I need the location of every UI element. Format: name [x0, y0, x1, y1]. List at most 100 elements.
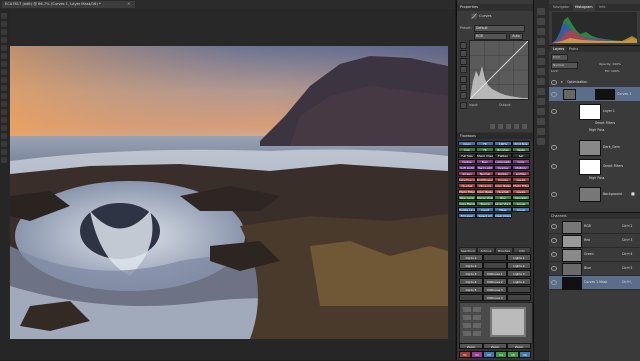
footer-button[interactable]: V4	[495, 351, 507, 358]
hand-tool-icon[interactable]	[1, 149, 7, 155]
history-brush-tool-icon[interactable]	[1, 85, 7, 91]
luminosity-mask-button[interactable]: Midtones 2	[483, 278, 507, 285]
tab-channels[interactable]: Channels	[551, 213, 567, 219]
shape-tool-icon[interactable]	[1, 141, 7, 147]
action-button[interactable]: Brushes	[494, 147, 512, 152]
action-button[interactable]: Color	[512, 159, 530, 164]
action-button[interactable]: Curves	[494, 177, 512, 182]
layer-row[interactable]: Dark_Gem	[549, 138, 640, 156]
action-button[interactable]: Layer Via Copy	[494, 201, 512, 206]
smooth-curve-icon[interactable]	[460, 92, 467, 99]
footer-button[interactable]: V1	[459, 351, 471, 358]
filter-row[interactable]: High Pass	[549, 176, 640, 182]
action-button[interactable]: Gaussian	[512, 195, 530, 200]
fill-field[interactable]: Fill: 100%	[605, 69, 620, 73]
crop-tool-icon[interactable]	[1, 45, 7, 51]
zoom-button[interactable]: Zoom	[507, 343, 531, 349]
tab-layers[interactable]: Layers	[551, 46, 567, 52]
lasso-tool-icon[interactable]	[1, 29, 7, 35]
edit-points-icon[interactable]	[460, 76, 467, 83]
action-button[interactable]: Merge Visible	[476, 195, 494, 200]
pencil-curve-icon[interactable]	[460, 84, 467, 91]
channel-row-selected[interactable]: Curves 1 Mask Ctrl+\	[549, 276, 640, 290]
action-button[interactable]: Photo Filter	[458, 189, 476, 194]
action-button[interactable]: Hard Light	[476, 165, 494, 170]
tab-navigator[interactable]: Navigator	[551, 4, 572, 11]
footer-button[interactable]: V2	[471, 351, 483, 358]
layer-row-selected[interactable]: Curves 1	[549, 87, 640, 101]
action-button[interactable]: Fill Layer	[458, 213, 476, 218]
action-button[interactable]: Color Balance	[476, 189, 494, 194]
luminosity-mask-button[interactable]	[507, 294, 531, 301]
action-button[interactable]: New Layer	[458, 195, 476, 200]
luminosity-mask-button[interactable]: Darks 4	[459, 278, 483, 285]
properties-icon[interactable]	[537, 18, 545, 25]
action-button[interactable]: Fit	[476, 147, 494, 152]
luminosity-mask-button[interactable]: Lights 4	[507, 278, 531, 285]
action-button[interactable]: Brightness/Contrast	[476, 177, 494, 182]
action-button[interactable]: Copy Merged	[458, 201, 476, 206]
action-button[interactable]: Delete Layer	[458, 207, 476, 212]
tab-info-panel[interactable]: Info	[597, 4, 607, 11]
white-point-eyedropper-icon[interactable]	[460, 66, 467, 73]
luminosity-mask-button[interactable]: Midtones 3	[483, 286, 507, 293]
action-button[interactable]: Dodge	[458, 159, 476, 164]
styles-icon[interactable]	[537, 38, 545, 45]
tool-presets-icon[interactable]	[537, 78, 545, 85]
action-button[interactable]: Select All	[476, 213, 494, 218]
eye-icon[interactable]	[551, 252, 557, 257]
action-button[interactable]: Photo Filter	[512, 183, 530, 188]
action-button[interactable]: Color Balance	[494, 183, 512, 188]
action-button[interactable]: Open	[458, 141, 476, 146]
footer-button[interactable]: V6	[519, 351, 531, 358]
luminosity-mask-button[interactable]: Darks 5	[459, 286, 483, 293]
action-button[interactable]: Burn	[476, 159, 494, 164]
marquee-tool-icon[interactable]	[1, 21, 7, 27]
gradient-tool-icon[interactable]	[1, 101, 7, 107]
pen-tool-icon[interactable]	[1, 117, 7, 123]
action-button[interactable]: Soft Light	[458, 165, 476, 170]
preset-select[interactable]: Default	[474, 25, 525, 32]
layer-row[interactable]: Layer 1	[549, 102, 640, 120]
healing-tool-icon[interactable]	[1, 61, 7, 67]
action-button[interactable]: Hue/Sat	[458, 183, 476, 188]
target-adjust-icon[interactable]	[460, 42, 467, 49]
action-button[interactable]: Stamp	[476, 201, 494, 206]
document-tab[interactable]: ECA7617 (edit) @ 66.7% (Curves 1, Layer …	[2, 1, 135, 8]
tab-histogram[interactable]: Histogram	[573, 4, 595, 11]
dodge-tool-icon[interactable]	[1, 109, 7, 115]
action-button[interactable]: Darken	[494, 171, 512, 176]
luminosity-mask-button[interactable]	[483, 254, 507, 261]
move-tool-icon[interactable]	[1, 13, 7, 19]
luminosity-mask-button[interactable]	[483, 262, 507, 269]
actions-icon[interactable]	[537, 98, 545, 105]
action-button[interactable]: Blur	[494, 195, 512, 200]
eye-icon[interactable]	[551, 92, 557, 97]
luminosity-mask-button[interactable]	[459, 294, 483, 301]
action-button[interactable]: Group	[512, 207, 530, 212]
luminosity-mask-button[interactable]: Lights 3	[507, 270, 531, 277]
action-button[interactable]: Group	[512, 201, 530, 206]
luminosity-mask-button[interactable]: Lights 2	[507, 262, 531, 269]
channel-row[interactable]: Red Ctrl+3	[549, 234, 640, 248]
luminosity-mask-button[interactable]: Lights 1	[507, 254, 531, 261]
reset-icon[interactable]	[506, 124, 511, 129]
action-button[interactable]: Fit	[476, 141, 494, 146]
tab-brushes[interactable]: Brushes	[495, 247, 513, 253]
eye-icon[interactable]	[551, 238, 557, 243]
luminosity-mask-button[interactable]: Midtones 4	[483, 294, 507, 301]
eye-icon[interactable]	[551, 224, 557, 229]
luminosity-mask-button[interactable]	[507, 286, 531, 293]
close-icon[interactable]: ×	[127, 1, 130, 6]
action-button[interactable]: Paste	[512, 147, 530, 152]
color-icon[interactable]	[537, 138, 545, 145]
black-point-eyedropper-icon[interactable]	[460, 50, 467, 57]
action-button[interactable]: Cop	[458, 147, 476, 152]
action-button[interactable]: 100%	[494, 141, 512, 146]
eye-icon[interactable]	[551, 164, 557, 169]
smart-filters-row[interactable]: Smart Filters	[549, 121, 640, 127]
brush-presets-icon[interactable]	[537, 48, 545, 55]
eye-icon[interactable]	[551, 266, 557, 271]
quick-select-tool-icon[interactable]	[1, 37, 7, 43]
action-button[interactable]: Full Size	[458, 153, 476, 158]
